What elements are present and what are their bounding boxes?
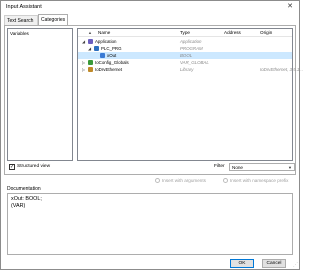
- row-name: IoConfig_Globals: [95, 60, 129, 65]
- insert-with-arguments-checkbox[interactable]: [155, 178, 160, 183]
- structured-view-checkbox[interactable]: ✓: [9, 164, 15, 170]
- column-type[interactable]: Type: [180, 30, 190, 35]
- categories-panel: Variables ▲ Name Type Address Origin ◢ A…: [4, 25, 303, 175]
- documentation-box[interactable]: xOut: BOOL; (VAR): [7, 193, 293, 255]
- ok-button[interactable]: OK: [230, 259, 254, 268]
- tree-row-ioconfig-globals[interactable]: ▷ IoConfig_Globals VAR_GLOBAL: [78, 59, 292, 66]
- row-type: VAR_GLOBAL: [180, 60, 209, 65]
- tree-row-xout[interactable]: xOut BOOL: [78, 52, 292, 59]
- row-name: Application: [95, 39, 117, 44]
- filter-value: None: [232, 165, 243, 170]
- column-origin[interactable]: Origin: [260, 30, 272, 35]
- category-list[interactable]: Variables: [7, 28, 73, 161]
- column-address[interactable]: Address: [224, 30, 241, 35]
- program-icon: [94, 46, 99, 51]
- tree-header: ▲ Name Type Address Origin: [78, 29, 292, 37]
- variable-tree[interactable]: ▲ Name Type Address Origin ◢ Application…: [77, 28, 303, 161]
- row-type: Application: [180, 39, 202, 44]
- structured-view-label: Structured view: [17, 164, 51, 169]
- close-button[interactable]: ✕: [284, 2, 296, 12]
- gvl-icon: [88, 60, 93, 65]
- insert-options: Insert with arguments Insert with namesp…: [1, 177, 301, 185]
- row-type: Library: [180, 67, 194, 72]
- category-item-variables[interactable]: Variables: [10, 31, 29, 36]
- sort-up-icon[interactable]: ▲: [88, 30, 92, 35]
- insert-with-namespace-checkbox[interactable]: [223, 178, 228, 183]
- insert-with-namespace-label: Insert with namespace prefix: [230, 178, 289, 183]
- dialog-title: Input Assistant: [6, 4, 42, 10]
- row-type: PROGRAM: [180, 46, 203, 51]
- panel-footer: ✓ Structured view Filter None ▼: [7, 163, 295, 173]
- tree-row-application[interactable]: ◢ Application Application: [78, 38, 292, 45]
- tab-categories[interactable]: Categories: [38, 14, 68, 25]
- library-icon: [88, 67, 93, 72]
- application-icon: [88, 39, 93, 44]
- title-bar: Input Assistant ✕: [1, 1, 299, 13]
- filter-dropdown[interactable]: None ▼: [229, 163, 295, 171]
- documentation-line: (VAR): [11, 203, 26, 209]
- chevron-down-icon: ▼: [288, 165, 292, 170]
- tree-row-iodrvethernet[interactable]: ▷ IoDrvEthernet Library IoDrvEthernet, 3…: [78, 66, 303, 73]
- insert-with-arguments-label: Insert with arguments: [162, 178, 206, 183]
- cancel-button[interactable]: Cancel: [262, 259, 286, 268]
- documentation-label: Documentation: [7, 186, 41, 192]
- row-name: IoDrvEthernet: [95, 67, 123, 72]
- tab-text-search[interactable]: Text Search: [4, 15, 38, 25]
- collapse-icon[interactable]: ◢: [82, 38, 85, 45]
- row-origin: IoDrvEthernet, 3.5.1...: [260, 67, 303, 72]
- filter-label: Filter: [214, 164, 225, 169]
- documentation-line: xOut: BOOL;: [11, 196, 42, 202]
- resize-grip-icon[interactable]: ⋰: [293, 262, 298, 268]
- row-name: xOut: [107, 53, 117, 58]
- collapse-icon[interactable]: ◢: [88, 45, 91, 52]
- row-type: BOOL: [180, 53, 193, 58]
- tree-row-plc-prg[interactable]: ◢ PLC_PRG PROGRAM: [78, 45, 292, 52]
- row-name: PLC_PRG: [101, 46, 122, 51]
- expand-icon[interactable]: ▷: [82, 66, 85, 73]
- input-assistant-dialog: Input Assistant ✕ Text Search Categories…: [0, 0, 303, 270]
- column-name[interactable]: Name: [98, 30, 110, 35]
- expand-icon[interactable]: ▷: [82, 59, 85, 66]
- variable-icon: [100, 53, 105, 58]
